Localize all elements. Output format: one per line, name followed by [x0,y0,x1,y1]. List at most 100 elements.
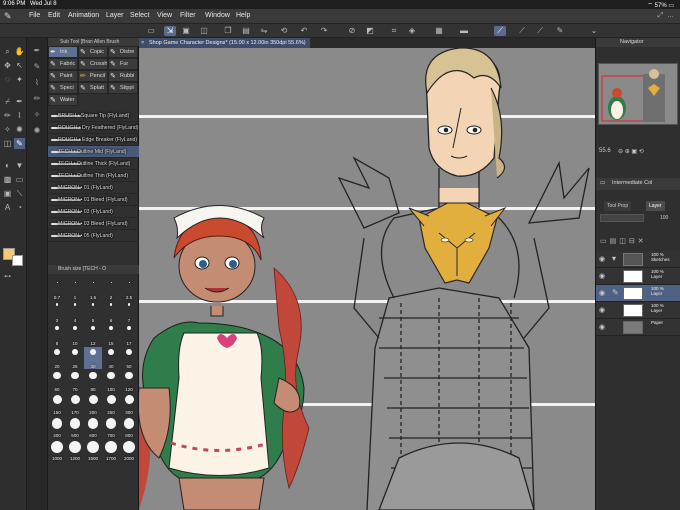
eraser-tool-icon[interactable]: ◫ [2,138,13,149]
tab-pencil[interactable]: ✏ Pencil [78,70,108,82]
frame-tool-icon[interactable]: ▣ [2,188,13,199]
pen-tool-icon[interactable]: ✒ [14,96,25,107]
brush-item[interactable]: MICRON • 05 (FlyLand) [48,230,139,242]
ruler-icon[interactable]: ⟋ [494,26,506,36]
brush-size-option[interactable]: 120 [120,370,138,392]
rotate-nav-icon[interactable]: ⟲ [639,149,644,155]
tab-copic[interactable]: ✎ Copic [78,46,108,58]
layer-row-paper[interactable]: ◉ Paper [596,319,680,336]
invert-icon[interactable]: ◩ [364,26,376,36]
color-mode-icon[interactable]: ▪▫▪ [2,272,13,283]
zoom-in-icon[interactable]: ⊕ [625,149,630,155]
brush-item[interactable]: MICRON • 03 (FlyLand) [48,206,139,218]
delete-layer-icon[interactable]: ✕ [638,238,647,245]
brush-size-option[interactable]: 800 [120,416,138,438]
paste-icon[interactable]: ▤ [240,26,252,36]
brush-size-option[interactable]: 1 [66,278,84,300]
blend-tool-icon[interactable]: ◐ [2,160,13,171]
pencil-tool-icon[interactable]: ✏ [2,110,13,121]
brush-size-option[interactable]: 1.5 [84,278,102,300]
deco-subtool-icon[interactable]: ✺ [31,126,43,136]
new-layer-icon[interactable]: ▭ [600,238,610,245]
menu-filter[interactable]: Filter [180,12,196,19]
brush-subtool-icon[interactable]: ⌇ [31,78,43,88]
lasso-tool-icon[interactable]: ◌ [2,74,13,85]
brush-item[interactable]: TECH • Outline Thin (FlyLand) [48,170,139,182]
tab-crosshatch[interactable]: ✎ Crossh [78,58,108,70]
copy-icon[interactable]: ❐ [222,26,234,36]
brush-size-option[interactable]: 40 [102,347,120,369]
edit-icon[interactable]: ✎ [554,26,566,36]
move-tool-icon[interactable]: ✥ [2,60,13,71]
brush-item[interactable]: MICRON • 03 Bleed (FlyLand) [48,218,139,230]
operation-tool-icon[interactable]: ↖ [14,60,25,71]
brush-size-option[interactable]: 700 [102,416,120,438]
navigator-preview[interactable] [598,63,678,125]
visibility-eye-icon[interactable]: ◉ [599,255,605,263]
brush-size-option[interactable]: 2.5 [120,278,138,300]
tab-distress[interactable]: ✎ Distre [108,46,138,58]
brush-size-option[interactable]: 20 [48,347,66,369]
brush-item[interactable]: ROUGH • Edge Breaker (FlyLand) [48,134,139,146]
new-folder-icon[interactable]: ▤ [610,238,620,245]
text-tool-icon[interactable]: A [2,202,13,213]
brush-size-option[interactable]: 2 [102,278,120,300]
brush-size-option[interactable]: 4 [66,301,84,323]
brush-size-option[interactable]: 500 [66,416,84,438]
perspective-icon[interactable]: ⟋ [516,26,528,36]
brush-size-option[interactable]: 12 [84,324,102,346]
zoom-tool-icon[interactable]: ⌕ [2,46,13,57]
grid-icon[interactable]: ▦ [433,26,445,36]
brush-size-option[interactable]: 7 [120,301,138,323]
tab-fur[interactable]: ✎ Fur [108,58,138,70]
brush-size-option[interactable]: 200 [84,393,102,415]
new-canvas-icon[interactable]: ▭ [145,26,157,36]
eyedropper-icon[interactable]: ⌿ [2,96,13,107]
visibility-eye-icon[interactable]: ◉ [599,323,605,331]
visibility-eye-icon[interactable]: ◉ [599,289,605,297]
menu-help[interactable]: Help [236,12,250,19]
brush-size-option[interactable]: 15 [102,324,120,346]
ink-pen-icon[interactable]: ✎ [14,138,25,149]
fit-icon[interactable]: ▣ [631,149,637,155]
brush-size-option[interactable]: 10 [66,324,84,346]
pencil-subtool-icon[interactable]: ✏ [31,94,43,104]
layer-cmd-icon[interactable]: ▬ [458,26,470,36]
menu-file[interactable]: File [29,12,40,19]
close-tab-icon[interactable]: × [141,38,144,48]
layer-row-folder[interactable]: ◉ ▾ 100 % Sketches [596,251,680,268]
brush-item[interactable]: ROUGH • Dry Feathered (FlyLand) [48,122,139,134]
app-logo-icon[interactable]: ✎ [4,11,16,22]
clip-icon[interactable]: ◫ [619,238,629,245]
menu-select[interactable]: Select [130,12,149,19]
brush-size-option[interactable]: 50 [120,347,138,369]
pen-subtool-icon[interactable]: ✒ [31,46,43,56]
brush-item[interactable]: MICRON • 01 (FlyLand) [48,182,139,194]
brush-size-option[interactable]: 1200 [66,439,84,461]
gradient-tool-icon[interactable]: ▩ [2,174,13,185]
deselect-icon[interactable]: ⊘ [346,26,358,36]
snap-icon[interactable]: ▣ [180,26,192,36]
tab-stipple[interactable]: ✎ Stippl [108,82,138,94]
zoom-out-icon[interactable]: ⊖ [618,149,623,155]
brush-size-option[interactable]: 1000 [48,439,66,461]
spray-subtool-icon[interactable]: ✧ [31,110,43,120]
visibility-eye-icon[interactable]: ◉ [599,306,605,314]
tab-splatter[interactable]: ✎ Splatt [78,82,108,94]
undo-history-icon[interactable]: ◫ [198,26,210,36]
brush-item-selected[interactable]: TECH • Outline Mid (FlyLand) [48,146,139,158]
airbrush-icon[interactable]: ✧ [2,124,13,135]
fill-tool-icon[interactable]: ▼ [14,160,25,171]
brush-size-option[interactable]: 1500 [84,439,102,461]
marker-subtool-icon[interactable]: ✎ [31,62,43,72]
tab-paint[interactable]: ✎ Paint [48,70,78,82]
collapse-icon[interactable]: ⌄ [588,26,600,36]
sub-color-swatch[interactable] [12,255,23,266]
menu-window[interactable]: Window [205,12,230,19]
undo-icon[interactable]: ↶ [298,26,310,36]
brush-size-option[interactable]: 170 [66,393,84,415]
brush-size-option[interactable]: 3 [48,301,66,323]
more-icon[interactable]: … [667,12,674,19]
brush-size-option[interactable]: 17 [120,324,138,346]
magic-wand-icon[interactable]: ✦ [14,74,25,85]
